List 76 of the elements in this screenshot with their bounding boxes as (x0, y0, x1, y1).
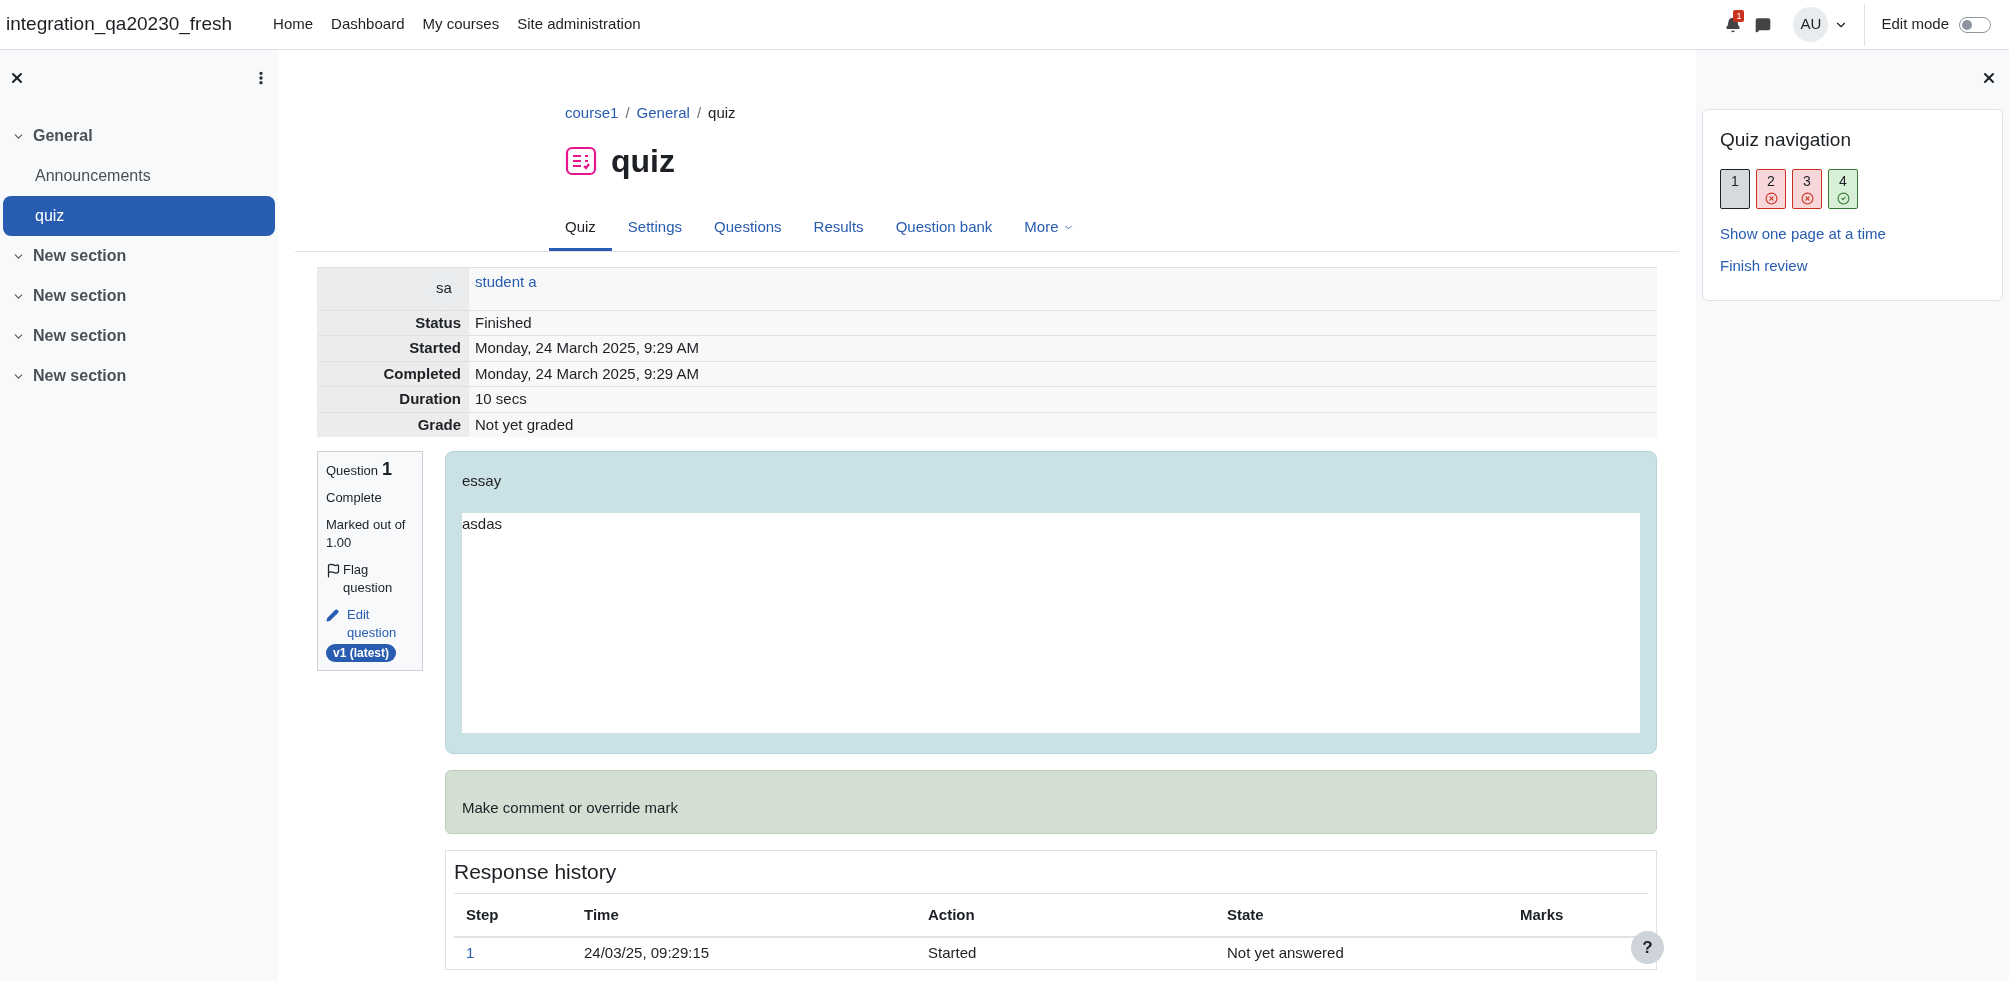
edit-mode-switch[interactable] (1959, 16, 1991, 33)
flag-question-label[interactable]: Flag question (343, 561, 414, 597)
question-nav-button[interactable]: 3 (1792, 168, 1822, 209)
summary-value: 10 secs (469, 386, 1657, 412)
section-title[interactable]: New section (33, 364, 127, 388)
version-badge: v1 (latest) (326, 644, 397, 662)
summary-label: Completed (317, 361, 469, 387)
breadcrumb-current: quiz (708, 103, 736, 123)
nav-link[interactable]: Dashboard (322, 13, 414, 36)
nav-tab[interactable]: More (1008, 206, 1090, 251)
nav-link[interactable]: Site administration (508, 13, 650, 36)
check-circle-icon (1836, 191, 1850, 205)
summary-value: Monday, 24 March 2025, 9:29 AM (469, 335, 1657, 361)
question-text: essay (462, 471, 503, 491)
question-number: 1 (382, 460, 393, 478)
nav-tab[interactable]: Question bank (879, 206, 1009, 251)
breadcrumb-separator: / (625, 103, 630, 123)
breadcrumb-separator: / (696, 103, 702, 123)
cross-circle-icon (1764, 191, 1778, 205)
section-title[interactable]: New section (33, 324, 127, 348)
pencil-icon[interactable] (326, 609, 339, 622)
page-title: quiz (611, 141, 675, 181)
chat-icon[interactable] (1755, 16, 1772, 33)
summary-value: Not yet graded (469, 412, 1657, 437)
course-index-item[interactable]: quiz (3, 196, 275, 236)
flag-icon[interactable] (326, 563, 341, 578)
answer-box: asdas (462, 512, 1640, 733)
section-title[interactable]: New section (33, 244, 127, 268)
response-history-title: Response history (454, 851, 1648, 894)
edit-question-link[interactable]: Edit question (347, 606, 414, 642)
table-cell: Not yet answered (1227, 944, 1344, 961)
column-header: Time (584, 905, 619, 923)
summary-label: Status (317, 310, 469, 336)
column-header: State (1227, 905, 1264, 923)
nav-tab[interactable]: Quiz (549, 206, 612, 251)
cross-circle-icon (1800, 191, 1814, 205)
section-title[interactable]: General (33, 124, 93, 148)
column-header: Step (466, 905, 499, 923)
question-nav-button[interactable]: 1 (1720, 168, 1750, 209)
nav-tab[interactable]: Settings (611, 206, 699, 251)
column-header: Marks (1520, 905, 1564, 923)
step-link[interactable]: 1 (466, 944, 475, 961)
site-name[interactable]: integration_qa20230_fresh (6, 10, 233, 39)
summary-label: Duration (317, 386, 469, 412)
help-button[interactable]: ? (1631, 931, 1664, 964)
quiz-icon (565, 144, 597, 177)
question-state: Complete (326, 489, 383, 507)
section-title[interactable]: New section (33, 284, 127, 308)
user-avatar[interactable]: AU (1793, 7, 1829, 42)
nav-tab[interactable]: Questions (698, 206, 798, 251)
breadcrumb-link[interactable]: course1 (565, 102, 619, 125)
close-icon[interactable] (1981, 70, 1997, 86)
close-icon[interactable] (9, 70, 25, 86)
summary-label: Started (317, 335, 469, 361)
navigation-link[interactable]: Finish review (1720, 255, 1985, 278)
course-index-item[interactable]: Announcements (3, 156, 275, 196)
question-nav-button[interactable]: 4 (1828, 168, 1858, 209)
question-mark: Marked out of 1.00 (326, 516, 407, 552)
summary-value: Finished (469, 310, 1657, 336)
summary-value: Monday, 24 March 2025, 9:29 AM (469, 361, 1657, 387)
nav-link[interactable]: My courses (413, 13, 509, 36)
table-cell: Started (928, 944, 977, 961)
summary-label: Grade (317, 412, 469, 437)
nav-tab[interactable]: Results (797, 206, 880, 251)
quiz-navigation-title: Quiz navigation (1720, 128, 1852, 152)
column-header: Action (928, 905, 975, 923)
nav-link[interactable]: Home (264, 13, 323, 36)
notification-count: 1 (1733, 9, 1745, 22)
edit-mode-label: Edit mode (1881, 14, 1949, 35)
question-nav-button[interactable]: 2 (1756, 168, 1786, 209)
user-link[interactable]: student a (475, 272, 537, 290)
breadcrumb-link[interactable]: General (636, 102, 690, 125)
question-label: Question (326, 462, 379, 480)
navigation-link[interactable]: Show one page at a time (1720, 222, 1985, 245)
comment-text: Make comment or override mark (462, 798, 678, 816)
table-cell: 24/03/25, 09:29:15 (584, 944, 710, 961)
